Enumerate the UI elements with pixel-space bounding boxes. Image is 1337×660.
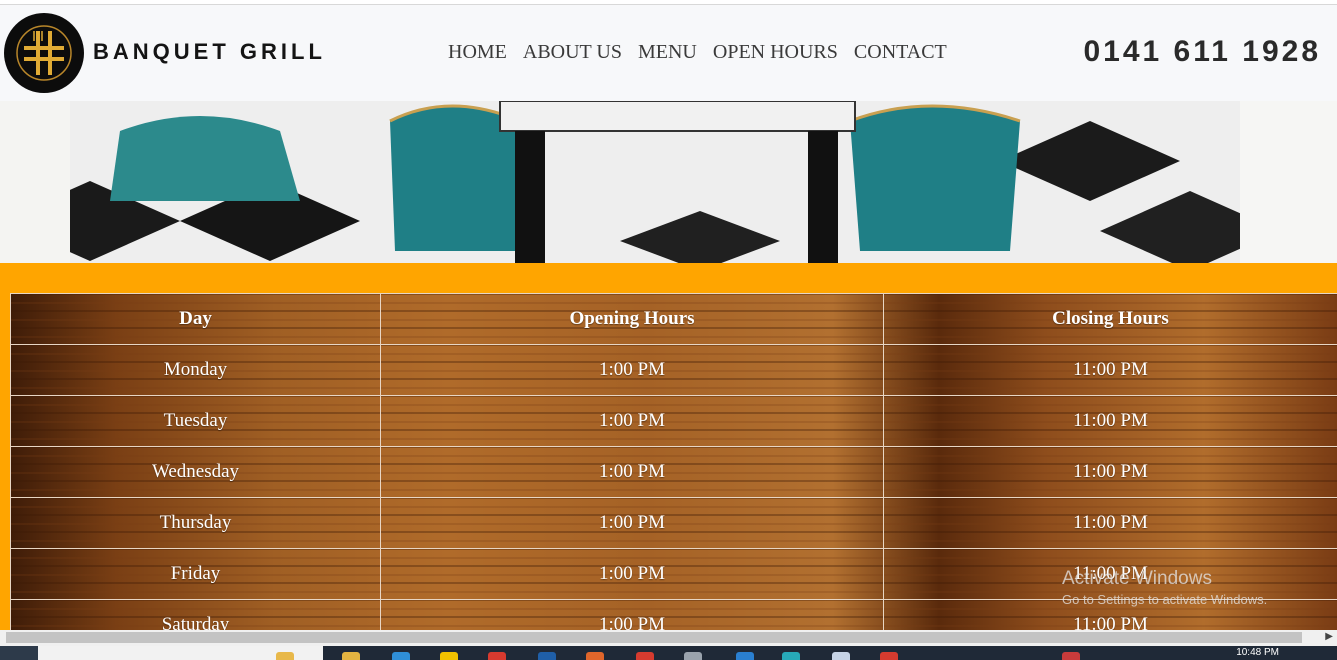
cell-day: Friday <box>10 548 381 600</box>
restaurant-interior-image <box>0 101 1337 263</box>
app-icon[interactable] <box>832 652 850 660</box>
app-icon[interactable] <box>880 652 898 660</box>
nav-about-us[interactable]: ABOUT US <box>523 41 622 64</box>
cell-opening: 1:00 PM <box>380 548 884 600</box>
table-row: Tuesday 1:00 PM 11:00 PM <box>10 395 1337 447</box>
cell-day: Monday <box>10 344 381 396</box>
main-nav: HOME ABOUT US MENU OPEN HOURS CONTACT <box>440 41 955 64</box>
app-icon[interactable] <box>684 652 702 660</box>
app-icon[interactable] <box>440 652 458 660</box>
table-header-row: Day Opening Hours Closing Hours <box>10 293 1337 345</box>
logo-icon[interactable] <box>4 13 84 93</box>
nav-home[interactable]: HOME <box>448 41 507 64</box>
cell-day: Wednesday <box>10 446 381 498</box>
cell-opening: 1:00 PM <box>380 344 884 396</box>
horizontal-scrollbar[interactable]: ▶ <box>0 630 1337 646</box>
site-header: BANQUET GRILL HOME ABOUT US MENU OPEN HO… <box>0 5 1337 101</box>
activate-windows-watermark: Activate Windows Go to Settings to activ… <box>1062 568 1267 607</box>
nav-menu[interactable]: MENU <box>638 41 697 64</box>
cell-closing: 11:00 PM <box>883 497 1337 549</box>
chrome-icon[interactable] <box>488 652 506 660</box>
folder-icon[interactable] <box>276 652 294 660</box>
cell-day: Thursday <box>10 497 381 549</box>
store-icon[interactable] <box>392 652 410 660</box>
cell-opening: 1:00 PM <box>380 395 884 447</box>
start-button[interactable] <box>0 646 38 660</box>
cell-opening: 1:00 PM <box>380 497 884 549</box>
app-icon[interactable] <box>736 652 754 660</box>
windows-taskbar: 10:48 PM <box>0 646 1337 660</box>
header-closing-hours: Closing Hours <box>883 293 1337 345</box>
scrollbar-thumb[interactable] <box>6 632 1302 643</box>
app-icon[interactable] <box>636 652 654 660</box>
cell-closing: 11:00 PM <box>883 344 1337 396</box>
table-row: Thursday 1:00 PM 11:00 PM <box>10 497 1337 549</box>
fork-knife-logo-icon <box>16 25 72 81</box>
cell-day: Tuesday <box>10 395 381 447</box>
phone-number[interactable]: 0141 611 1928 <box>1083 35 1321 69</box>
cell-closing: 11:00 PM <box>883 395 1337 447</box>
header-opening-hours: Opening Hours <box>380 293 884 345</box>
cell-day: Saturday <box>10 599 381 630</box>
activation-title: Activate Windows <box>1062 568 1212 589</box>
chevron-right-icon[interactable]: ▶ <box>1325 631 1333 642</box>
app-icon[interactable] <box>782 652 800 660</box>
cell-closing: 11:00 PM <box>883 446 1337 498</box>
notification-icon[interactable] <box>1062 652 1080 660</box>
cell-opening: 1:00 PM <box>380 446 884 498</box>
table-row: Monday 1:00 PM 11:00 PM <box>10 344 1337 396</box>
cell-opening: 1:00 PM <box>380 599 884 630</box>
nav-open-hours[interactable]: OPEN HOURS <box>713 41 838 64</box>
table-row: Wednesday 1:00 PM 11:00 PM <box>10 446 1337 498</box>
app-icon[interactable] <box>538 652 556 660</box>
header-day: Day <box>10 293 381 345</box>
app-icon[interactable] <box>586 652 604 660</box>
activation-subtitle: Go to Settings to activate Windows. <box>1062 592 1268 607</box>
hero-image <box>0 101 1337 263</box>
system-clock[interactable]: 10:48 PM <box>1236 647 1279 658</box>
file-explorer-icon[interactable] <box>342 652 360 660</box>
brand-name[interactable]: BANQUET GRILL <box>93 39 326 65</box>
nav-contact[interactable]: CONTACT <box>854 41 947 64</box>
